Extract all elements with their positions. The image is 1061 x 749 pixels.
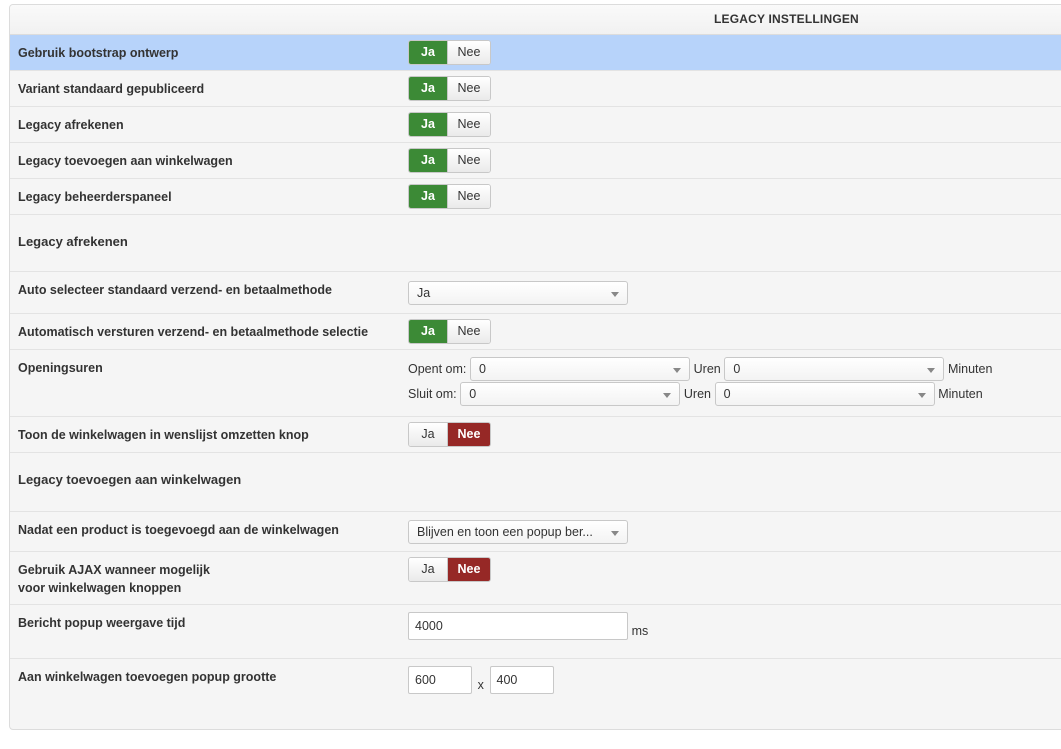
- chevron-down-icon: [917, 393, 926, 398]
- open-hour-dropdown[interactable]: 0: [470, 357, 690, 381]
- section-header-add-to-cart: Legacy toevoegen aan winkelwagen: [10, 453, 1061, 512]
- bootstrap-toggle[interactable]: Ja Nee: [408, 40, 491, 65]
- dropdown-value: 0: [723, 387, 731, 401]
- popup-time-group: 4000 ms: [408, 612, 648, 640]
- setting-row-checkout: Legacy afrekenen Ja Nee: [10, 107, 1061, 143]
- chevron-down-icon: [673, 368, 681, 373]
- setting-row-popup-size: Aan winkelwagen toevoegen popup grootte …: [10, 659, 1061, 719]
- setting-label: Legacy afrekenen: [18, 118, 124, 132]
- size-separator: x: [477, 678, 484, 692]
- toggle-no-option[interactable]: Nee: [447, 113, 490, 136]
- minutes-label: Minuten: [947, 362, 993, 376]
- toggle-no-option[interactable]: Nee: [447, 149, 490, 172]
- setting-row-auto-select: Auto selecteer standaard verzend- en bet…: [10, 272, 1061, 314]
- label-line-2: voor winkelwagen knoppen: [18, 581, 182, 595]
- setting-row-admin-panel: Legacy beheerderspaneel Ja Nee: [10, 179, 1061, 215]
- toggle-no-option[interactable]: Nee: [447, 423, 490, 446]
- popup-height-input[interactable]: 400: [489, 666, 554, 694]
- toggle-yes-option[interactable]: Ja: [409, 423, 447, 446]
- toggle-no-option[interactable]: Nee: [447, 558, 490, 581]
- closes-at-group: Sluit om: 0 Uren 0 Minuten: [408, 382, 983, 406]
- hours-label: Uren: [683, 387, 711, 401]
- setting-row-opening-hours: Openingsuren Opent om: 0 Uren 0 Minuten …: [10, 350, 1061, 417]
- toggle-no-option[interactable]: Nee: [447, 77, 490, 100]
- setting-label: Toon de winkelwagen in wenslijst omzette…: [18, 428, 309, 442]
- popup-width-input[interactable]: 600: [408, 666, 472, 694]
- panel-title: LEGACY INSTELLINGEN: [714, 12, 859, 26]
- setting-label: Auto selecteer standaard verzend- en bet…: [18, 283, 332, 297]
- hours-label: Uren: [693, 362, 721, 376]
- setting-row-auto-send: Automatisch versturen verzend- en betaal…: [10, 314, 1061, 350]
- setting-label: Variant standaard gepubliceerd: [18, 82, 205, 96]
- toggle-yes-option[interactable]: Ja: [409, 558, 447, 581]
- popup-time-input[interactable]: 4000: [408, 612, 628, 640]
- variant-toggle[interactable]: Ja Nee: [408, 76, 491, 101]
- closes-at-label: Sluit om:: [408, 387, 457, 401]
- section-title: Legacy afrekenen: [18, 234, 128, 249]
- legacy-settings-panel: LEGACY INSTELLINGEN Gebruik bootstrap on…: [9, 4, 1061, 730]
- setting-row-ajax: Gebruik AJAX wanneer mogelijk voor winke…: [10, 552, 1061, 605]
- setting-label: Legacy toevoegen aan winkelwagen: [18, 154, 233, 168]
- chevron-down-icon: [611, 292, 619, 297]
- close-minute-dropdown[interactable]: 0: [714, 382, 935, 406]
- toggle-yes-option[interactable]: Ja: [409, 149, 447, 172]
- open-minute-dropdown[interactable]: 0: [724, 357, 945, 381]
- toggle-no-option[interactable]: Nee: [447, 320, 490, 343]
- toggle-no-option[interactable]: Nee: [447, 41, 490, 64]
- ms-unit-label: ms: [631, 624, 649, 638]
- setting-label: Openingsuren: [18, 361, 103, 375]
- setting-row-variant: Variant standaard gepubliceerd Ja Nee: [10, 71, 1061, 107]
- setting-row-popup-time: Bericht popup weergave tijd 4000 ms: [10, 605, 1061, 659]
- chevron-down-icon: [611, 531, 619, 536]
- opens-at-group: Opent om: 0 Uren 0 Minuten: [408, 357, 992, 381]
- close-hour-dropdown[interactable]: 0: [460, 382, 681, 406]
- dropdown-value: Blijven en toon een popup ber...: [417, 525, 593, 539]
- auto-select-dropdown[interactable]: Ja: [408, 281, 628, 305]
- setting-label: Nadat een product is toegevoegd aan de w…: [18, 523, 339, 537]
- chevron-down-icon: [663, 393, 672, 398]
- panel-header: LEGACY INSTELLINGEN: [10, 5, 1061, 35]
- minutes-label: Minuten: [938, 387, 983, 401]
- wishlist-button-toggle[interactable]: Ja Nee: [408, 422, 491, 447]
- popup-size-group: 600 x 400: [408, 666, 554, 694]
- toggle-yes-option[interactable]: Ja: [409, 77, 447, 100]
- label-line-1: Gebruik AJAX wanneer mogelijk: [18, 563, 210, 577]
- setting-row-bootstrap: Gebruik bootstrap ontwerp Ja Nee: [10, 35, 1061, 71]
- toggle-yes-option[interactable]: Ja: [409, 113, 447, 136]
- setting-row-after-add: Nadat een product is toegevoegd aan de w…: [10, 512, 1061, 552]
- after-add-dropdown[interactable]: Blijven en toon een popup ber...: [408, 520, 628, 544]
- dropdown-value: 0: [479, 362, 486, 376]
- dropdown-value: 0: [733, 362, 741, 376]
- toggle-yes-option[interactable]: Ja: [409, 320, 447, 343]
- setting-label: Gebruik bootstrap ontwerp: [18, 46, 179, 60]
- ajax-toggle[interactable]: Ja Nee: [408, 557, 491, 582]
- setting-row-wishlist-button: Toon de winkelwagen in wenslijst omzette…: [10, 417, 1061, 453]
- dropdown-value: 0: [469, 387, 477, 401]
- toggle-yes-option[interactable]: Ja: [409, 41, 447, 64]
- checkout-toggle[interactable]: Ja Nee: [408, 112, 491, 137]
- admin-panel-toggle[interactable]: Ja Nee: [408, 184, 491, 209]
- setting-label: Bericht popup weergave tijd: [18, 616, 186, 630]
- opens-at-label: Opent om:: [408, 362, 467, 376]
- toggle-no-option[interactable]: Nee: [447, 185, 490, 208]
- setting-label: Gebruik AJAX wanneer mogelijk voor winke…: [18, 561, 210, 597]
- setting-label: Legacy beheerderspaneel: [18, 190, 172, 204]
- section-title: Legacy toevoegen aan winkelwagen: [18, 472, 242, 487]
- setting-row-add-to-cart: Legacy toevoegen aan winkelwagen Ja Nee: [10, 143, 1061, 179]
- add-to-cart-toggle[interactable]: Ja Nee: [408, 148, 491, 173]
- auto-send-toggle[interactable]: Ja Nee: [408, 319, 491, 344]
- section-header-checkout: Legacy afrekenen: [10, 215, 1061, 272]
- chevron-down-icon: [927, 368, 936, 373]
- toggle-yes-option[interactable]: Ja: [409, 185, 447, 208]
- setting-label: Automatisch versturen verzend- en betaal…: [18, 325, 369, 339]
- dropdown-value: Ja: [417, 286, 431, 300]
- setting-label: Aan winkelwagen toevoegen popup grootte: [18, 670, 277, 684]
